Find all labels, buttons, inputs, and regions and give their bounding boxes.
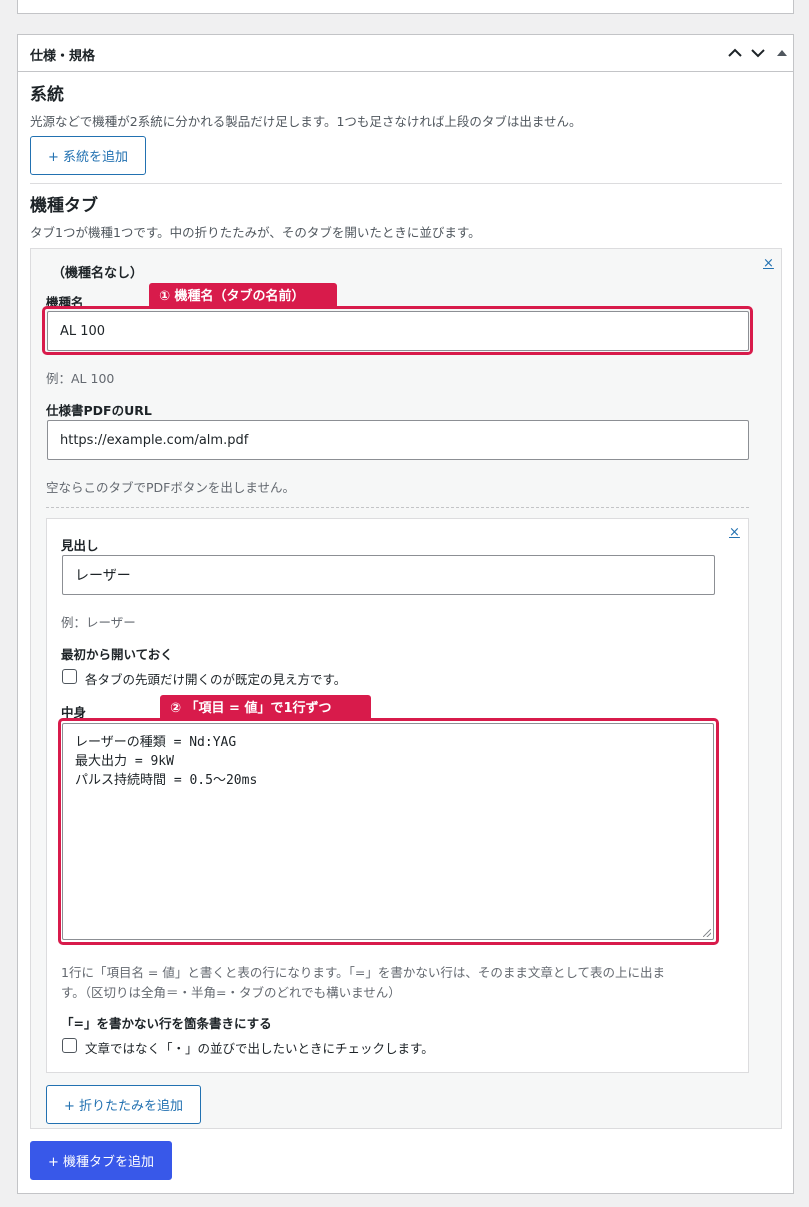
heading-field-label: 見出し xyxy=(61,538,99,553)
model-tabs-heading: 機種タブ xyxy=(30,196,98,216)
pdf-url-input[interactable]: https://example.com/alm.pdf xyxy=(47,420,749,460)
bullet-option-checkbox-label: 文章ではなく「・」の並びで出したいときにチェックします。 xyxy=(85,1041,434,1056)
open-default-checkbox-label: 各タブの先頭だけ開くのが既定の見え方です。 xyxy=(85,672,347,687)
heading-field-hint: 例：レーザー xyxy=(61,615,136,630)
open-default-checkbox[interactable] xyxy=(62,669,77,684)
dashed-divider xyxy=(46,507,749,508)
model-name-hint: 例：AL 100 xyxy=(46,371,115,386)
previous-metabox xyxy=(17,0,794,14)
bullet-option-label: 「=」を書かない行を箇条書きにする xyxy=(61,1016,272,1031)
metabox-header: 仕様・規格 xyxy=(18,35,793,72)
callout-content-format: ② 「項目 = 値」で1行ずつ xyxy=(160,695,371,718)
remove-accordion-icon[interactable]: × xyxy=(729,525,740,540)
model-tab-title: （機種名なし） xyxy=(52,266,144,281)
callout-model-name: ① 機種名（タブの名前） xyxy=(149,283,337,306)
accordion-item: × 見出し レーザー 例：レーザー 最初から開いておく 各タブの先頭だけ開くのが… xyxy=(46,518,749,1073)
open-default-label: 最初から開いておく xyxy=(61,647,173,662)
move-up-icon[interactable] xyxy=(725,43,745,63)
add-system-button[interactable]: + 系統を追加 xyxy=(30,136,146,175)
bullet-option-checkbox[interactable] xyxy=(62,1038,77,1053)
content-hint-line2: す。（区切りは全角＝・半角=・タブのどれでも構いません） xyxy=(61,985,401,1000)
metabox-title: 仕様・規格 xyxy=(30,49,96,64)
move-down-icon[interactable] xyxy=(748,43,768,63)
pdf-url-label: 仕様書PDFのURL xyxy=(46,403,152,418)
model-tab-panel: （機種名なし） × 機種名 ① 機種名（タブの名前） AL 100 例：AL 1… xyxy=(30,248,782,1129)
spec-metabox: 仕様・規格 系統 光源などで機種が2系統に分かれる製品だけ足します。1つも足さな… xyxy=(17,34,794,1194)
toggle-panel-icon[interactable] xyxy=(772,43,792,63)
remove-tab-icon[interactable]: × xyxy=(763,256,774,271)
model-tabs-description: タブ1つが機種1つです。中の折りたたみが、そのタブを開いたときに並びます。 xyxy=(30,225,481,240)
content-hint-line1: 1行に「項目名 = 値」と書くと表の行になります。「=」を書かない行は、そのまま… xyxy=(61,965,665,980)
resize-handle[interactable] xyxy=(703,929,711,937)
content-textarea[interactable]: レーザーの種類 = Nd:YAG 最大出力 = 9kW パルス持続時間 = 0.… xyxy=(62,723,714,940)
systems-description: 光源などで機種が2系統に分かれる製品だけ足します。1つも足さなければ上段のタブは… xyxy=(30,114,582,129)
section-divider xyxy=(30,183,782,184)
heading-field-input[interactable]: レーザー xyxy=(62,555,715,595)
add-model-tab-button[interactable]: + 機種タブを追加 xyxy=(30,1141,172,1180)
model-name-input[interactable]: AL 100 xyxy=(47,311,749,351)
systems-heading: 系統 xyxy=(30,85,64,105)
pdf-url-hint: 空ならこのタブでPDFボタンを出しません。 xyxy=(46,480,295,495)
add-accordion-button[interactable]: + 折りたたみを追加 xyxy=(46,1085,201,1124)
